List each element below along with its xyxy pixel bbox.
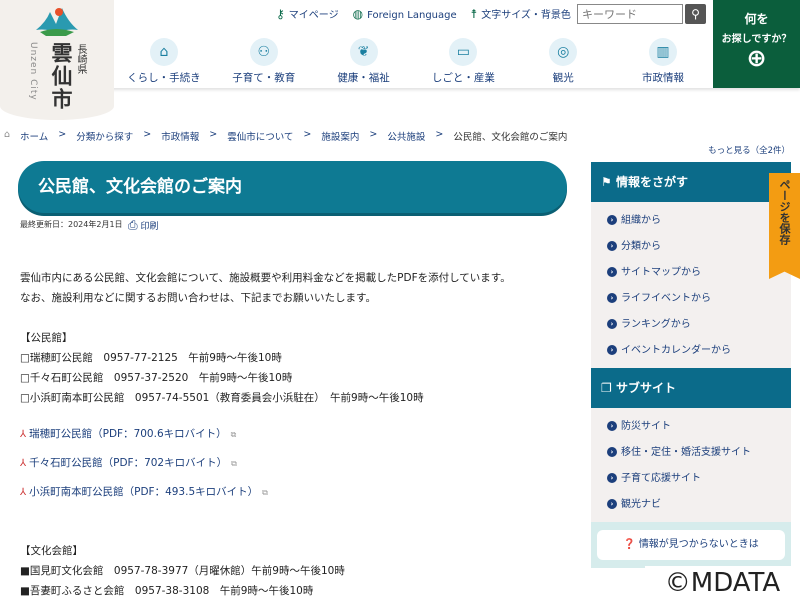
chevron-right-icon: › — [607, 293, 617, 303]
utility-links: ⚷ マイページ ◍ Foreign Language ☨ 文字サイズ・背景色 — [276, 6, 571, 22]
subsite-list: › 防災サイト › 移住・定住・婚活支援サイト › 子育て応援サイト › 観光ナビ — [591, 408, 791, 522]
subsite-header: ❐ サブサイト — [591, 368, 791, 408]
leaf-icon: ❦ — [349, 38, 378, 66]
sidebar-item[interactable]: › ランキングから — [607, 312, 791, 338]
breadcrumb-current: 公民館、文化会館のご案内 — [453, 132, 568, 143]
sidebar-item[interactable]: › ライフイベントから — [607, 286, 791, 312]
find-button[interactable]: 何を お探しですか？ ⊕ — [713, 0, 800, 88]
home-icon: ⌂ — [4, 129, 11, 140]
sidebar-item[interactable]: › 子育て応援サイト — [607, 466, 791, 492]
foreign-language-link[interactable]: ◍ Foreign Language — [353, 7, 457, 21]
site-logo[interactable]: Unzen City 雲仙市 長崎県 — [0, 0, 114, 120]
camera-icon: ◎ — [549, 38, 578, 66]
main-nav: ⌂ くらし・手続き ⚇ 子育て・教育 ❦ 健康・福祉 ▭ しごと・産業 ◎ 観光 ▥ 市政情… — [114, 38, 713, 85]
nav-shigoto[interactable]: ▭ しごと・産業 — [413, 38, 513, 85]
sidebar-item[interactable]: › サイトマップから — [607, 260, 791, 286]
nav-kurashi[interactable]: ⌂ くらし・手続き — [114, 38, 214, 85]
new-window-icon: ⧉ — [231, 459, 237, 468]
site-header: Unzen City 雲仙市 長崎県 ⚷ マイページ ◍ Foreign Langu… — [0, 0, 800, 120]
chevron-right-icon: › — [607, 499, 617, 509]
sidebar-item[interactable]: › 組織から — [607, 208, 791, 234]
save-page-tab[interactable]: ページを保存 — [769, 173, 800, 279]
house-icon: ⌂ — [149, 38, 178, 66]
sidebar-item[interactable]: › 防災サイト — [607, 414, 791, 440]
nav-shisei[interactable]: ▥ 市政情報 — [613, 38, 713, 85]
chevron-right-icon: › — [607, 421, 617, 431]
search-input[interactable] — [577, 4, 683, 24]
breadcrumb-link[interactable]: ホーム — [20, 129, 48, 143]
not-found-button[interactable]: ❓ 情報が見つからないときは — [597, 530, 785, 560]
page-content: 雲仙市内にある公民館、文化会館について、施設概要や利用料金などを掲載したPDFを… — [20, 268, 580, 601]
chevron-right-icon: › — [607, 473, 617, 483]
search-icon: ⚲ — [691, 7, 700, 21]
chevron-right-icon: › — [607, 267, 617, 277]
family-icon: ⚇ — [249, 38, 278, 66]
pdf-icon: ⅄ — [20, 487, 27, 498]
pdf-link[interactable]: ⅄ 千々石町公民館（PDF：702キロバイト） ⧉ — [20, 449, 580, 478]
breadcrumb-link[interactable]: 市政情報 — [161, 129, 199, 143]
nav-kenko[interactable]: ❦ 健康・福祉 — [314, 38, 414, 85]
window-icon: ❐ — [601, 381, 612, 395]
sidebar-item[interactable]: › 分類から — [607, 234, 791, 260]
sidebar-item[interactable]: › 観光ナビ — [607, 492, 791, 518]
flag-icon: ⚑ — [601, 175, 612, 189]
printer-icon: ⎙ — [128, 218, 138, 232]
sidebar-item[interactable]: › イベントカレンダーから — [607, 338, 791, 364]
print-button[interactable]: ⎙ 印刷 — [128, 218, 159, 233]
find-info-header: ⚑ 情報をさがす — [591, 162, 791, 202]
globe-icon: ◍ — [352, 6, 364, 21]
mypage-link[interactable]: ⚷ マイページ — [276, 6, 339, 21]
chevron-right-icon: › — [607, 215, 617, 225]
pdf-icon: ⅄ — [20, 458, 27, 469]
more-link[interactable]: もっと見る（全2件） — [708, 144, 790, 156]
breadcrumb-link[interactable]: 分類から探す — [76, 129, 133, 143]
breadcrumb-link[interactable]: 施設案内 — [321, 129, 359, 143]
pdf-link[interactable]: ⅄ 瑞穂町公民館（PDF：700.6キロバイト） ⧉ — [20, 420, 580, 449]
new-window-icon: ⧉ — [262, 488, 268, 497]
person-icon: ☨ — [470, 7, 478, 21]
key-icon: ⚷ — [276, 7, 285, 21]
watermark: ©MDATA — [645, 566, 800, 600]
zoom-search-icon: ⊕ — [746, 44, 767, 72]
nav-kanko[interactable]: ◎ 観光 — [513, 38, 613, 85]
chevron-right-icon: › — [607, 345, 617, 355]
chevron-right-icon: › — [607, 447, 617, 457]
breadcrumb-link[interactable]: 雲仙市について — [227, 129, 293, 143]
breadcrumb: ⌂ ホーム > 分類から探す > 市政情報 > 雲仙市について > 施設案内 > 公共施設… — [4, 129, 568, 143]
pdf-link[interactable]: ⅄ 小浜町南本町公民館（PDF：493.5キロバイト） ⧉ — [20, 478, 580, 507]
last-updated: 最終更新日：2024年2月1日 — [20, 220, 123, 229]
chevron-right-icon: › — [607, 241, 617, 251]
briefcase-icon: ▭ — [449, 38, 478, 66]
question-icon: ❓ — [623, 539, 636, 550]
chevron-right-icon: › — [607, 319, 617, 329]
logo-mark-icon — [36, 8, 78, 36]
nav-kosodate[interactable]: ⚇ 子育て・教育 — [214, 38, 314, 85]
new-window-icon: ⧉ — [230, 430, 237, 439]
find-info-list: › 組織から › 分類から › サイトマップから › ライフイベントから › ランキングか… — [591, 202, 791, 368]
breadcrumb-link[interactable]: 公共施設 — [387, 129, 425, 143]
building-icon: ▥ — [649, 38, 678, 66]
sidebar-item[interactable]: › 移住・定住・婚活支援サイト — [607, 440, 791, 466]
search-button[interactable]: ⚲ — [685, 4, 706, 24]
text-size-link[interactable]: ☨ 文字サイズ・背景色 — [471, 6, 571, 21]
sidebar: ⚑ 情報をさがす › 組織から › 分類から › サイトマップから › ライフイベントか… — [591, 162, 791, 568]
page-title: 公民館、文化会館のご案内 — [18, 161, 567, 213]
city-name: 雲仙市 — [49, 42, 73, 111]
pdf-icon: ⅄ — [20, 429, 27, 440]
